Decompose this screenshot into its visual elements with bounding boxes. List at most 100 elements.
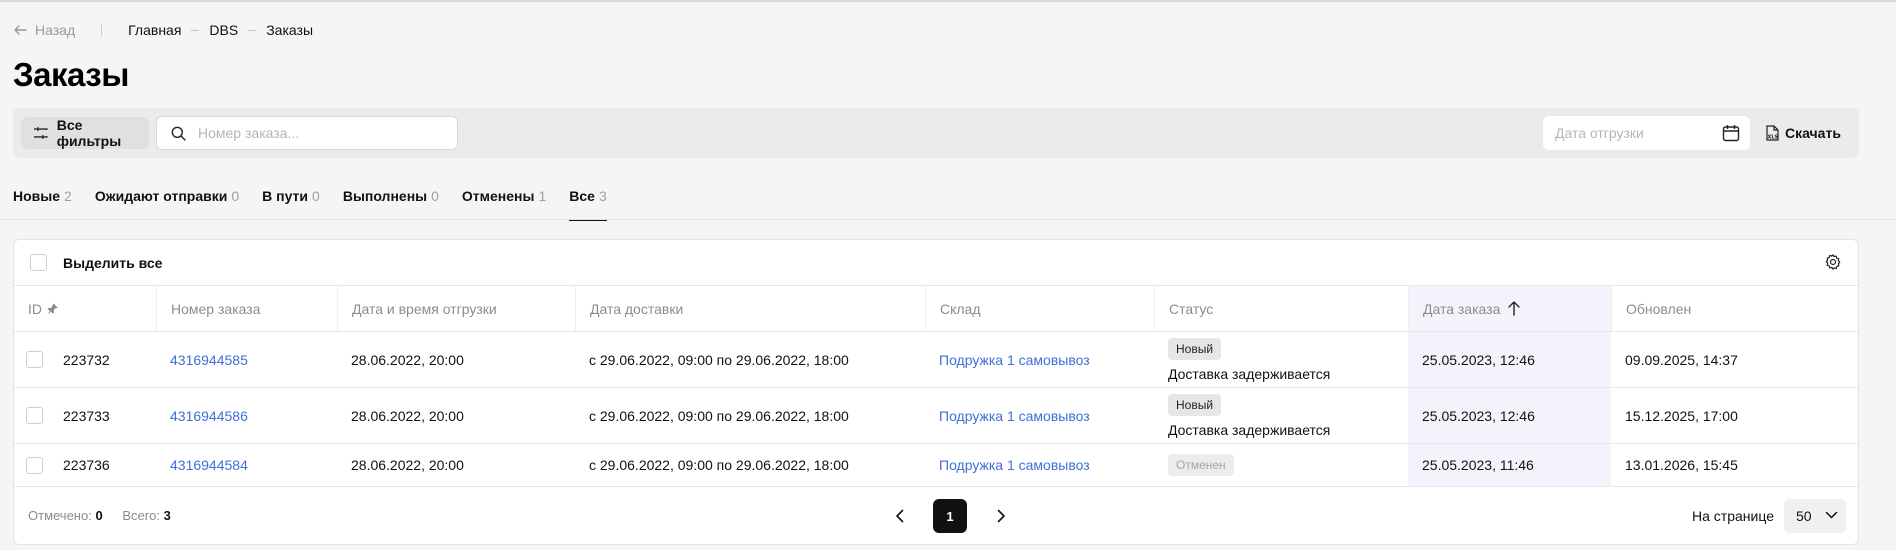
orders-table-card: Выделить все ID Номер заказа Дата и врем… xyxy=(13,239,1859,545)
next-page-button[interactable] xyxy=(984,499,1018,533)
arrow-left-icon xyxy=(14,25,27,35)
warehouse-link[interactable]: Подружка 1 самовывоз xyxy=(939,352,1090,368)
tab-label: Отменены xyxy=(461,188,535,204)
gear-icon xyxy=(1825,254,1841,270)
selected-label: Отмечено: xyxy=(28,508,92,523)
calendar-icon[interactable] xyxy=(1722,124,1740,142)
updated-cell: 15.12.2025, 17:00 xyxy=(1625,407,1738,424)
tab-all[interactable]: Все 3 xyxy=(569,188,608,221)
pin-icon[interactable] xyxy=(47,303,58,314)
delivery-date-cell: с 29.06.2022, 09:00 по 29.06.2022, 18:00 xyxy=(589,407,849,424)
select-all-label: Выделить все xyxy=(63,254,163,271)
row-checkbox[interactable] xyxy=(26,351,43,368)
search-input[interactable] xyxy=(198,125,438,141)
tab-count: 0 xyxy=(231,188,240,204)
tab-count: 0 xyxy=(431,188,439,204)
search-box xyxy=(156,116,458,150)
warehouse-cell: Подружка 1 самовывоз xyxy=(925,388,1154,443)
status-cell: Новый Доставка задерживается xyxy=(1154,388,1408,443)
column-header-warehouse[interactable]: Склад xyxy=(925,286,1154,331)
page-button-current[interactable]: 1 xyxy=(933,499,967,533)
total-count: 3 xyxy=(163,508,171,523)
breadcrumb-orders[interactable]: Заказы xyxy=(266,22,313,38)
per-page-select[interactable]: 50 xyxy=(1784,499,1846,533)
search-icon xyxy=(171,126,186,141)
tab-in-transit[interactable]: В пути 0 xyxy=(262,188,320,220)
back-label: Назад xyxy=(35,22,76,38)
xls-file-icon: XLS xyxy=(1766,125,1779,141)
per-page-label: На странице xyxy=(1692,508,1774,524)
table-footer: Отмечено: 0 Всего: 3 1 На странице 50 xyxy=(14,487,1858,544)
column-label: Дата доставки xyxy=(590,300,684,317)
tab-awaiting-shipment[interactable]: Ожидают отправки 0 xyxy=(95,188,239,220)
download-label: Скачать xyxy=(1785,125,1841,141)
svg-text:XLS: XLS xyxy=(1768,135,1779,141)
chevron-right-icon xyxy=(997,509,1005,523)
tab-completed[interactable]: Выполнены 0 xyxy=(343,188,439,220)
breadcrumb-home[interactable]: Главная xyxy=(128,22,181,38)
selected-count: 0 xyxy=(95,508,103,523)
order-number-cell: 4316944584 xyxy=(156,444,337,486)
tab-label: Выполнены xyxy=(342,188,428,204)
column-label: Номер заказа xyxy=(171,300,261,317)
all-filters-label: Все фильтры xyxy=(56,117,122,149)
column-header-delivery-date[interactable]: Дата доставки xyxy=(575,286,925,331)
download-button[interactable]: XLS Скачать xyxy=(1765,117,1841,149)
breadcrumb-separator xyxy=(248,29,257,31)
tab-count: 2 xyxy=(64,188,72,204)
status-badge: Новый xyxy=(1168,393,1222,416)
column-header-updated[interactable]: Обновлен xyxy=(1611,286,1858,331)
breadcrumb-dbs[interactable]: DBS xyxy=(209,22,238,38)
warehouse-link[interactable]: Подружка 1 самовывоз xyxy=(939,457,1090,473)
table-row[interactable]: 223736 4316944584 28.06.2022, 20:00 с 29… xyxy=(14,444,1858,487)
table-row[interactable]: 223733 4316944586 28.06.2022, 20:00 с 29… xyxy=(14,388,1858,444)
ship-date-placeholder: Дата отгрузки xyxy=(1555,125,1644,141)
column-header-id[interactable]: ID xyxy=(14,286,156,331)
top-border xyxy=(0,0,1896,2)
select-all-checkbox[interactable] xyxy=(30,254,47,271)
status-cell: Новый Доставка задерживается xyxy=(1154,332,1408,387)
per-page-value: 50 xyxy=(1796,508,1812,524)
status-badge: Отменен xyxy=(1168,454,1234,476)
warehouse-link[interactable]: Подружка 1 самовывоз xyxy=(939,408,1090,424)
ship-date-field[interactable]: Дата отгрузки xyxy=(1543,116,1750,150)
order-number-link[interactable]: 4316944586 xyxy=(170,408,248,424)
per-page-control: На странице 50 xyxy=(1692,499,1846,533)
back-button[interactable]: Назад xyxy=(14,22,75,38)
divider xyxy=(101,23,103,37)
column-header-status[interactable]: Статус xyxy=(1154,286,1408,331)
row-checkbox[interactable] xyxy=(26,407,43,424)
tab-count: 3 xyxy=(598,188,607,204)
row-id: 223732 xyxy=(63,351,110,368)
column-header-ship-datetime[interactable]: Дата и время отгрузки xyxy=(337,286,575,331)
ship-datetime-cell: 28.06.2022, 20:00 xyxy=(351,351,464,368)
sliders-icon xyxy=(33,127,48,139)
table-settings-button[interactable] xyxy=(1824,253,1842,274)
filter-bar: Все фильтры Дата отгрузки XLS Скачать xyxy=(13,108,1859,158)
status-cell: Отменен xyxy=(1154,444,1408,486)
column-label: Дата заказа xyxy=(1423,300,1501,317)
column-label: ID xyxy=(28,300,42,317)
row-checkbox[interactable] xyxy=(26,456,43,474)
tab-label: В пути xyxy=(262,188,309,204)
prev-page-button[interactable] xyxy=(882,499,916,533)
column-label: Статус xyxy=(1169,300,1214,317)
tab-new[interactable]: Новые 2 xyxy=(13,188,72,220)
all-filters-button[interactable]: Все фильтры xyxy=(21,117,149,149)
select-all[interactable]: Выделить все xyxy=(30,254,162,271)
status-tabs: Новые 2 Ожидают отправки 0 В пути 0 Выполне… xyxy=(13,188,630,221)
page-title: Заказы xyxy=(13,56,129,93)
updated-cell: 09.09.2025, 14:37 xyxy=(1625,351,1738,368)
order-number-link[interactable]: 4316944584 xyxy=(170,457,248,473)
column-header-order-date[interactable]: Дата заказа xyxy=(1408,286,1611,331)
tab-count: 1 xyxy=(538,188,547,204)
order-number-link[interactable]: 4316944585 xyxy=(170,352,248,368)
table-row[interactable]: 223732 4316944585 28.06.2022, 20:00 с 29… xyxy=(14,332,1858,388)
row-id: 223736 xyxy=(63,457,110,473)
total-label: Всего: xyxy=(122,508,161,523)
delivery-date-cell: с 29.06.2022, 09:00 по 29.06.2022, 18:00 xyxy=(589,351,849,368)
column-label: Склад xyxy=(940,300,981,317)
id-cell: 223732 xyxy=(14,332,156,387)
column-header-order-number[interactable]: Номер заказа xyxy=(156,286,337,331)
tab-cancelled[interactable]: Отменены 1 xyxy=(462,188,546,220)
